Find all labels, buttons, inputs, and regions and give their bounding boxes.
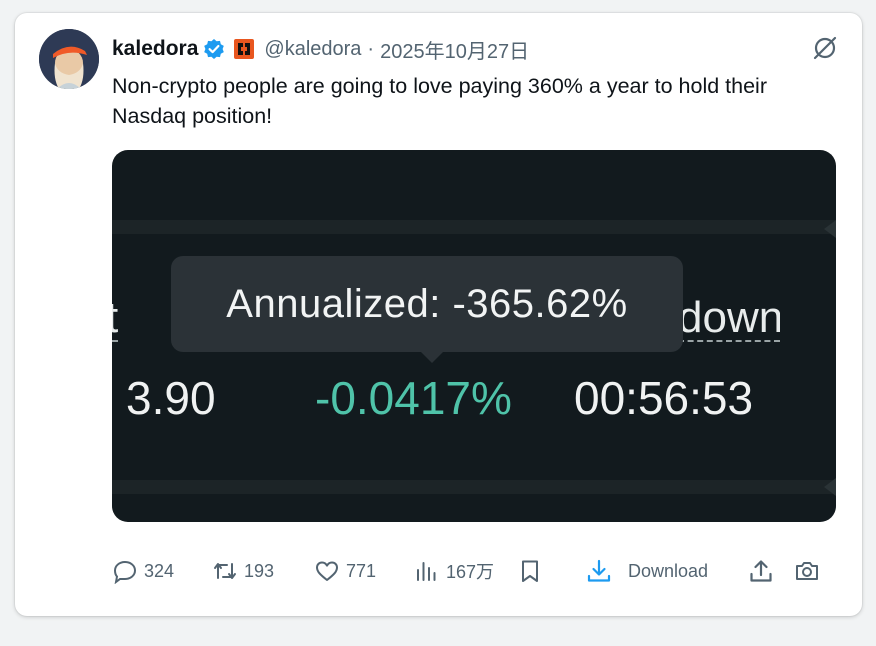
header-separator: ·	[367, 37, 375, 60]
media-divider-bottom	[112, 480, 836, 494]
avatar[interactable]	[39, 29, 99, 89]
annualized-tooltip: Annualized: -365.62%	[171, 256, 683, 363]
grok-icon[interactable]	[810, 33, 840, 63]
author-handle[interactable]: @kaledora	[264, 38, 361, 61]
media-divider-top	[112, 220, 836, 234]
download-label: Download	[628, 560, 709, 581]
retweet-count: 193	[244, 560, 275, 581]
funding-rate-value: -0.0417%	[315, 372, 512, 424]
reply-icon	[112, 558, 138, 584]
share-icon	[748, 558, 774, 584]
media-arrow-top	[824, 220, 836, 238]
like-button[interactable]: 771	[314, 553, 376, 589]
media-value-left: 3.90	[126, 372, 216, 424]
views-button[interactable]: 167万	[414, 553, 494, 589]
action-bar: 324 193 771 167万 Download	[112, 553, 832, 589]
tweet-date[interactable]: 2025年10月27日	[380, 35, 529, 64]
verified-icon	[203, 38, 225, 60]
like-count: 771	[346, 560, 377, 581]
media-arrow-bottom	[824, 478, 836, 496]
media-label-right: down	[678, 296, 780, 342]
tooltip-text: Annualized: -365.62%	[226, 281, 628, 326]
tweet-text: Non-crypto people are going to love payi…	[112, 74, 767, 128]
download-icon	[586, 558, 612, 584]
bookmark-icon	[517, 558, 543, 584]
camera-icon	[794, 558, 820, 584]
tweet-header: kaledora @kaledora · 2025年10月27日	[112, 35, 529, 63]
screenshot-button[interactable]	[794, 553, 820, 589]
author-name[interactable]: kaledora	[112, 37, 198, 61]
tweet-media-image[interactable]: t down Annualized: -365.62% 3.90 -0.0417…	[112, 150, 836, 522]
affiliate-badge-icon[interactable]	[233, 38, 255, 60]
retweet-button[interactable]: 193	[212, 553, 274, 589]
like-icon	[314, 558, 340, 584]
download-button[interactable]: Download	[586, 553, 708, 589]
media-label-left: t	[112, 296, 119, 342]
reply-button[interactable]: 324	[112, 553, 174, 589]
bookmark-button[interactable]	[517, 553, 543, 589]
views-icon	[414, 558, 440, 584]
retweet-icon	[212, 558, 238, 584]
tweet-card: kaledora @kaledora · 2025年10月27日 Non-cry…	[15, 13, 862, 616]
share-button[interactable]	[748, 553, 774, 589]
reply-count: 324	[144, 560, 175, 581]
countdown-value: 00:56:53	[574, 372, 754, 424]
views-count: 167万	[446, 562, 495, 582]
